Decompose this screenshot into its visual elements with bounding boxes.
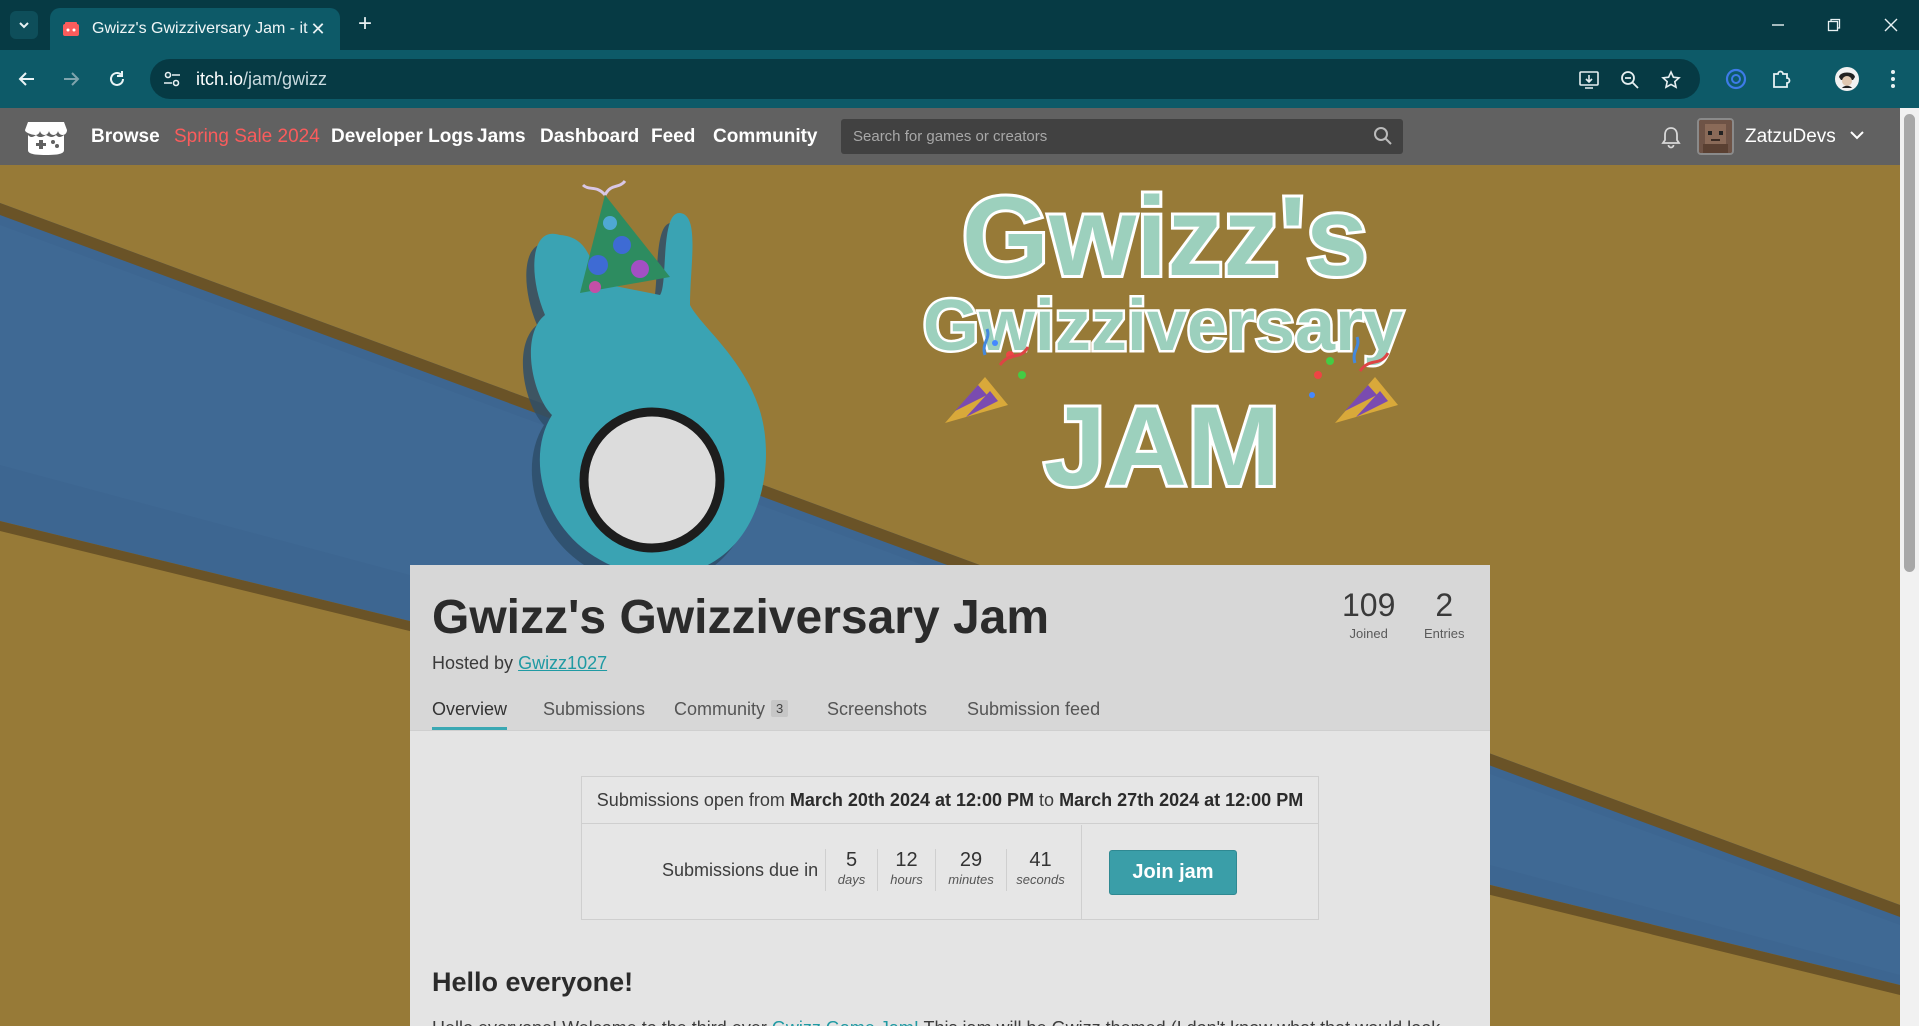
minimize-window-button[interactable] xyxy=(1756,10,1800,40)
itch-logo-icon[interactable] xyxy=(24,118,68,156)
join-jam-button[interactable]: Join jam xyxy=(1109,850,1237,895)
browser-tab[interactable]: Gwizz's Gwizziversary Jam - itch.io ✕ xyxy=(50,8,340,50)
banner-line3: JAM xyxy=(1044,384,1280,509)
overview-paragraph: Hello everyone! Welcome to the third eve… xyxy=(432,1018,1440,1026)
nav-browse-link[interactable]: Browse xyxy=(91,126,160,148)
reload-icon xyxy=(110,71,124,86)
countdown-hours: 12 hours xyxy=(877,849,935,891)
countdown-row: Submissions due in 5 days 12 hours 29 mi… xyxy=(582,825,1082,920)
paragraph-end: This jam will be Gwizz themed (I don't k… xyxy=(919,1018,1441,1026)
countdown-seconds: 41 seconds xyxy=(1006,849,1074,891)
chevron-down-icon xyxy=(19,22,29,29)
dates-to: to xyxy=(1039,790,1055,810)
url-host: itch.io xyxy=(196,69,244,89)
overview-heading: Hello everyone! xyxy=(432,967,634,997)
itch-favicon-icon xyxy=(62,20,80,38)
nav-dashboard-link[interactable]: Dashboard xyxy=(540,126,639,148)
countdown-days: 5 days xyxy=(825,849,877,891)
site-info-icon[interactable] xyxy=(162,69,182,89)
user-menu-chevron-icon[interactable] xyxy=(1848,126,1868,146)
paragraph-start: Hello everyone! Welcome to the third eve… xyxy=(432,1018,772,1026)
countdown-minutes: 29 minutes xyxy=(935,849,1006,891)
hosted-by: Hosted by Gwizz1027 xyxy=(432,653,607,674)
reload-button[interactable] xyxy=(102,64,132,94)
back-button[interactable] xyxy=(12,64,42,94)
due-label: Submissions due in xyxy=(662,860,819,880)
entries-label: Entries xyxy=(1424,626,1465,641)
user-avatar[interactable] xyxy=(1697,118,1734,155)
tab-community[interactable]: Community 3 xyxy=(674,699,789,730)
scrollbar-thumb[interactable] xyxy=(1904,114,1915,572)
nav-jams-link[interactable]: Jams xyxy=(477,126,526,148)
jam-header-panel: Gwizz's Gwizziversary Jam Hosted by Gwiz… xyxy=(410,565,1490,730)
search-input[interactable]: Search for games or creators xyxy=(841,119,1403,154)
search-icon[interactable] xyxy=(1373,126,1393,146)
countdown-minutes-value: 29 xyxy=(959,849,983,871)
jam-title: Gwizz's Gwizziversary Jam xyxy=(432,591,1050,644)
nav-spring-sale-link[interactable]: Spring Sale 2024 xyxy=(174,126,320,148)
install-app-icon[interactable] xyxy=(1578,69,1600,91)
browser-menu-icon[interactable] xyxy=(1880,66,1906,92)
community-count-badge: 3 xyxy=(771,700,789,717)
tab-community-label: Community xyxy=(674,699,766,719)
browser-tab-title: Gwizz's Gwizziversary Jam - itch.io xyxy=(92,20,308,37)
close-icon xyxy=(1884,18,1898,32)
extensions-puzzle-icon[interactable] xyxy=(1768,66,1794,92)
close-window-button[interactable] xyxy=(1869,10,1913,40)
close-tab-icon[interactable]: ✕ xyxy=(308,19,328,40)
hosted-by-label: Hosted by xyxy=(432,653,514,673)
joined-label: Joined xyxy=(1349,626,1388,641)
extension-circle-icon[interactable] xyxy=(1723,66,1749,92)
arrow-right-icon xyxy=(64,72,80,86)
tab-overview[interactable]: Overview xyxy=(432,699,508,730)
countdown-seconds-value: 41 xyxy=(1029,849,1052,871)
entries-stat[interactable]: 2 Entries xyxy=(1424,587,1464,641)
new-tab-button[interactable]: + xyxy=(352,12,378,38)
tab-search-button[interactable] xyxy=(10,11,38,39)
tab-screenshots[interactable]: Screenshots xyxy=(827,699,927,730)
browser-toolbar: itch.io/jam/gwizz xyxy=(0,50,1919,108)
restore-window-button[interactable] xyxy=(1812,10,1856,40)
url-text: itch.io/jam/gwizz xyxy=(196,69,327,90)
search-placeholder: Search for games or creators xyxy=(853,128,1048,145)
profile-avatar-icon[interactable] xyxy=(1834,66,1860,92)
countdown-hours-unit: hours xyxy=(890,872,923,887)
host-link[interactable]: Gwizz1027 xyxy=(518,653,607,673)
submission-dates-box: Submissions open from March 20th 2024 at… xyxy=(581,776,1319,920)
entries-count: 2 xyxy=(1435,587,1454,623)
dates-start: March 20th 2024 at 12:00 PM xyxy=(789,790,1035,810)
nav-community-link[interactable]: Community xyxy=(713,126,818,148)
dates-prefix: Submissions open from xyxy=(596,790,785,810)
notifications-bell-icon[interactable] xyxy=(1660,125,1684,149)
tab-submissions[interactable]: Submissions xyxy=(543,699,645,730)
tab-submission-feed[interactable]: Submission feed xyxy=(967,699,1100,730)
username[interactable]: ZatzuDevs xyxy=(1745,126,1836,148)
url-path: /jam/gwizz xyxy=(243,69,328,89)
itch-header: Browse Spring Sale 2024 Developer Logs J… xyxy=(0,108,1900,165)
minimize-icon xyxy=(1772,24,1784,26)
countdown-minutes-unit: minutes xyxy=(948,872,994,887)
restore-icon xyxy=(1827,18,1841,32)
submission-dates-line: Submissions open from March 20th 2024 at… xyxy=(582,777,1318,824)
gwizz-game-jam-link[interactable]: Gwizz Game Jam! xyxy=(772,1018,919,1026)
countdown-days-value: 5 xyxy=(845,849,858,871)
jam-overview-panel: Submissions open from March 20th 2024 at… xyxy=(410,730,1490,1026)
dates-end: March 27th 2024 at 12:00 PM xyxy=(1059,790,1304,810)
forward-button[interactable] xyxy=(56,64,86,94)
address-bar[interactable]: itch.io/jam/gwizz xyxy=(150,59,1700,99)
banner-line2: Gwizziversary xyxy=(923,286,1403,366)
countdown-seconds-unit: seconds xyxy=(1016,872,1065,887)
joined-stat[interactable]: 109 Joined xyxy=(1342,587,1395,641)
countdown-hours-value: 12 xyxy=(895,849,918,871)
joined-count: 109 xyxy=(1342,587,1396,623)
page-scrollbar[interactable] xyxy=(1900,108,1919,1026)
countdown-days-unit: days xyxy=(837,872,866,887)
nav-feed-link[interactable]: Feed xyxy=(651,126,695,148)
arrow-left-icon xyxy=(18,72,34,86)
zoom-icon[interactable] xyxy=(1619,69,1641,91)
browser-tabstrip: Gwizz's Gwizziversary Jam - itch.io ✕ + xyxy=(0,0,1919,50)
nav-developer-logs-link[interactable]: Developer Logs xyxy=(331,126,474,148)
banner-line1: Gwizz's xyxy=(962,174,1368,299)
bookmark-star-icon[interactable] xyxy=(1660,69,1682,91)
